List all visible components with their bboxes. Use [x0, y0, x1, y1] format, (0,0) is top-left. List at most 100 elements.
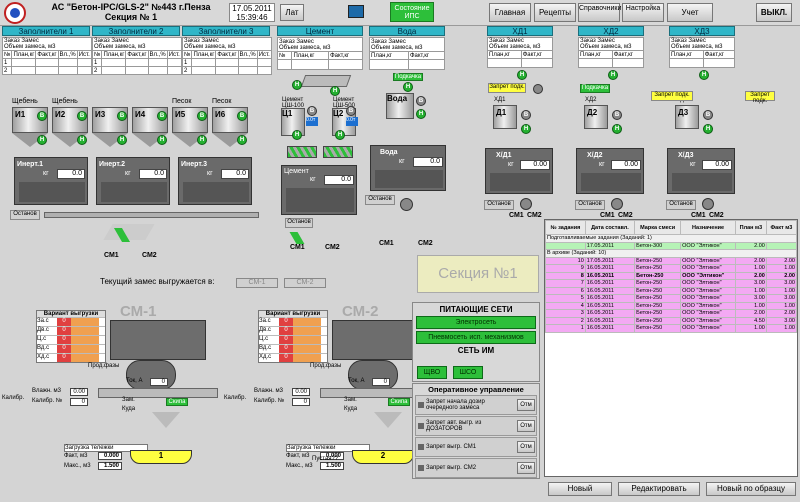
lat-button[interactable]: Лат [280, 4, 304, 21]
additive-pump-icon[interactable]: H [517, 70, 527, 80]
additive-motor-icon[interactable]: H [612, 124, 622, 134]
additive-distributor-icon[interactable] [611, 198, 623, 210]
nav-main-button[interactable]: Главная [489, 3, 531, 22]
mixer-variant-flag[interactable] [85, 336, 99, 344]
ips-status-button[interactable]: Состояние ИПС [390, 2, 434, 22]
additive3-ban-feed[interactable]: Запрет подк. [651, 91, 693, 101]
cement-motor2-icon[interactable]: H [335, 130, 345, 140]
mixer-variant-flag[interactable] [71, 336, 85, 344]
mixer-variant-flag[interactable] [293, 354, 307, 362]
ops-cancel-button[interactable]: Отм [517, 441, 535, 453]
unload-sm1[interactable]: СМ-1 [236, 278, 278, 288]
mixer-truck[interactable]: 1 [130, 450, 192, 464]
mixer-variant-flag[interactable] [293, 327, 307, 335]
mixer-variant-flag[interactable] [71, 327, 85, 335]
mixer-variant-flag[interactable] [307, 327, 321, 335]
ops-cancel-button[interactable]: Отм [517, 462, 535, 474]
shso-status[interactable]: ШСО [453, 366, 483, 379]
order-row[interactable]: 6 16.05.2011 Бетон-250 ООО "Элтикон" 1.00 1.0… [545, 286, 798, 295]
water-valve-icon[interactable]: B [416, 96, 426, 106]
mixer-variant-flag[interactable] [307, 354, 321, 362]
keyboard-icon[interactable] [348, 5, 364, 18]
mixer-variant-flag[interactable] [71, 354, 85, 362]
additive-distributor-icon[interactable] [520, 198, 532, 210]
additive-stop-button[interactable]: Останов [575, 200, 605, 210]
additive-distributor-icon[interactable] [702, 198, 714, 210]
mixer-variant-flag[interactable] [293, 318, 307, 326]
mixer-variant-flag[interactable] [85, 318, 99, 326]
order-row[interactable]: 17.05.2011 Бетон-300 ООО "Элтикон" 2.00 [545, 241, 798, 250]
silo-vibrator-icon[interactable]: H [77, 135, 87, 145]
unload-sm2[interactable]: СМ-2 [284, 278, 326, 288]
orders-group-archive[interactable]: В архиве (Заданий: 10) [545, 249, 797, 258]
electric-network-status[interactable]: Электросеть [416, 316, 536, 329]
cement-motor1-icon[interactable]: H [292, 130, 302, 140]
silo-motor-icon[interactable]: B [157, 111, 167, 121]
silo-motor-icon[interactable]: B [37, 111, 47, 121]
silo-vibrator-icon[interactable]: H [157, 135, 167, 145]
mixer-variant-flag[interactable] [85, 327, 99, 335]
exit-button[interactable]: ВЫКЛ. [756, 3, 792, 22]
additive1-ban-feed[interactable]: Запрет подк. [488, 83, 526, 93]
order-row[interactable]: 2 16.05.2011 Бетон-250 ООО "Элтикон" 4.50 3.0… [545, 316, 798, 325]
order-row[interactable]: 3 16.05.2011 Бетон-250 ООО "Элтикон" 2.00 2.0… [545, 309, 798, 318]
nav-recipes-button[interactable]: Рецепты [534, 3, 576, 22]
water-distributor-icon[interactable] [400, 198, 413, 211]
ops-arrow-icon [418, 402, 424, 408]
additive-valve-icon[interactable]: B [703, 110, 713, 120]
order-row[interactable]: 9 16.05.2011 Бетон-250 ООО "Элтикон" 1.00 1.0… [545, 264, 798, 273]
order-row[interactable]: 4 16.05.2011 Бетон-250 ООО "Элтикон" 1.00 1.0… [545, 301, 798, 310]
edit-order-button[interactable]: Редактировать [618, 482, 700, 496]
mixer-truck[interactable]: 2 [352, 450, 414, 464]
mixer-variant-flag[interactable] [71, 318, 85, 326]
mixer-variant-flag[interactable] [71, 345, 85, 353]
filler-stop-button[interactable]: Останов [10, 210, 40, 220]
cement-valve1-icon[interactable]: B [307, 106, 317, 116]
silo-vibrator-icon[interactable]: H [37, 135, 47, 145]
ops-cancel-button[interactable]: Отм [517, 420, 535, 432]
silo-vibrator-icon[interactable]: H [237, 135, 247, 145]
pneumo-network-status[interactable]: Пневмосеть исп. механизмов [416, 331, 536, 344]
cement-valve2-icon[interactable]: B [346, 106, 356, 116]
nav-settings-button[interactable]: Настройка [622, 3, 664, 22]
additive-stop-button[interactable]: Останов [666, 200, 696, 210]
additive-stop-button[interactable]: Останов [484, 200, 514, 210]
water-stop-button[interactable]: Останов [365, 195, 395, 205]
order-row[interactable]: 5 16.05.2011 Бетон-250 ООО "Элтикон" 3.00 3.0… [545, 294, 798, 303]
water-motor-icon[interactable]: H [416, 109, 426, 119]
nav-accounting-button[interactable]: Учет [667, 3, 713, 22]
silo-motor-icon[interactable]: B [77, 111, 87, 121]
order-row[interactable]: 7 16.05.2011 Бетон-250 ООО "Элтикон" 3.00 3.0… [545, 279, 798, 288]
additive-pump-icon[interactable]: H [608, 70, 618, 80]
shvo-status[interactable]: ЩВО [417, 366, 447, 379]
mixer-variant-flag[interactable] [307, 318, 321, 326]
additive1-valve-icon[interactable] [533, 84, 543, 94]
mixer-variant-flag[interactable] [307, 336, 321, 344]
additive-valve-icon[interactable]: B [521, 110, 531, 120]
new-order-button[interactable]: Новый [548, 482, 612, 496]
water-pump-icon[interactable]: H [403, 82, 413, 92]
silo-motor-icon[interactable]: B [117, 111, 127, 121]
mixer-variant-flag[interactable] [307, 345, 321, 353]
additive-pump-icon[interactable]: H [699, 70, 709, 80]
mixer-variant-flag[interactable] [293, 336, 307, 344]
ops-cancel-button[interactable]: Отм [517, 399, 535, 411]
orders-group-prepared[interactable]: Подготавливаемые задания (Заданий: 1) [545, 234, 797, 243]
silo-vibrator-icon[interactable]: H [117, 135, 127, 145]
order-row[interactable]: 8 16.05.2011 Бетон-250 ООО "Элтикон" 2.00 2.0… [545, 271, 798, 280]
silo-motor-icon[interactable]: B [197, 111, 207, 121]
cement-stop-button[interactable]: Останов [285, 218, 313, 228]
mixer-variant-flag[interactable] [85, 354, 99, 362]
mixer-variant-flag[interactable] [85, 345, 99, 353]
additive-motor-icon[interactable]: H [703, 124, 713, 134]
nav-directories-button[interactable]: Справочники [578, 3, 621, 22]
new-sample-button[interactable]: Новый по образцу [706, 482, 796, 496]
order-row[interactable]: 10 17.05.2011 Бетон-250 ООО "Элтикон" 2.00 2.… [545, 256, 798, 265]
additive-motor-icon[interactable]: H [521, 124, 531, 134]
silo-vibrator-icon[interactable]: H [197, 135, 207, 145]
additive-valve-icon[interactable]: B [612, 110, 622, 120]
silo-motor-icon[interactable]: B [237, 111, 247, 121]
order-row[interactable]: 1 16.05.2011 Бетон-250 ООО "Элтикон" 1.00 1.0… [545, 324, 798, 333]
additive3-ban-feed-2[interactable]: Запрет подк. [745, 91, 775, 104]
mixer-variant-flag[interactable] [293, 345, 307, 353]
